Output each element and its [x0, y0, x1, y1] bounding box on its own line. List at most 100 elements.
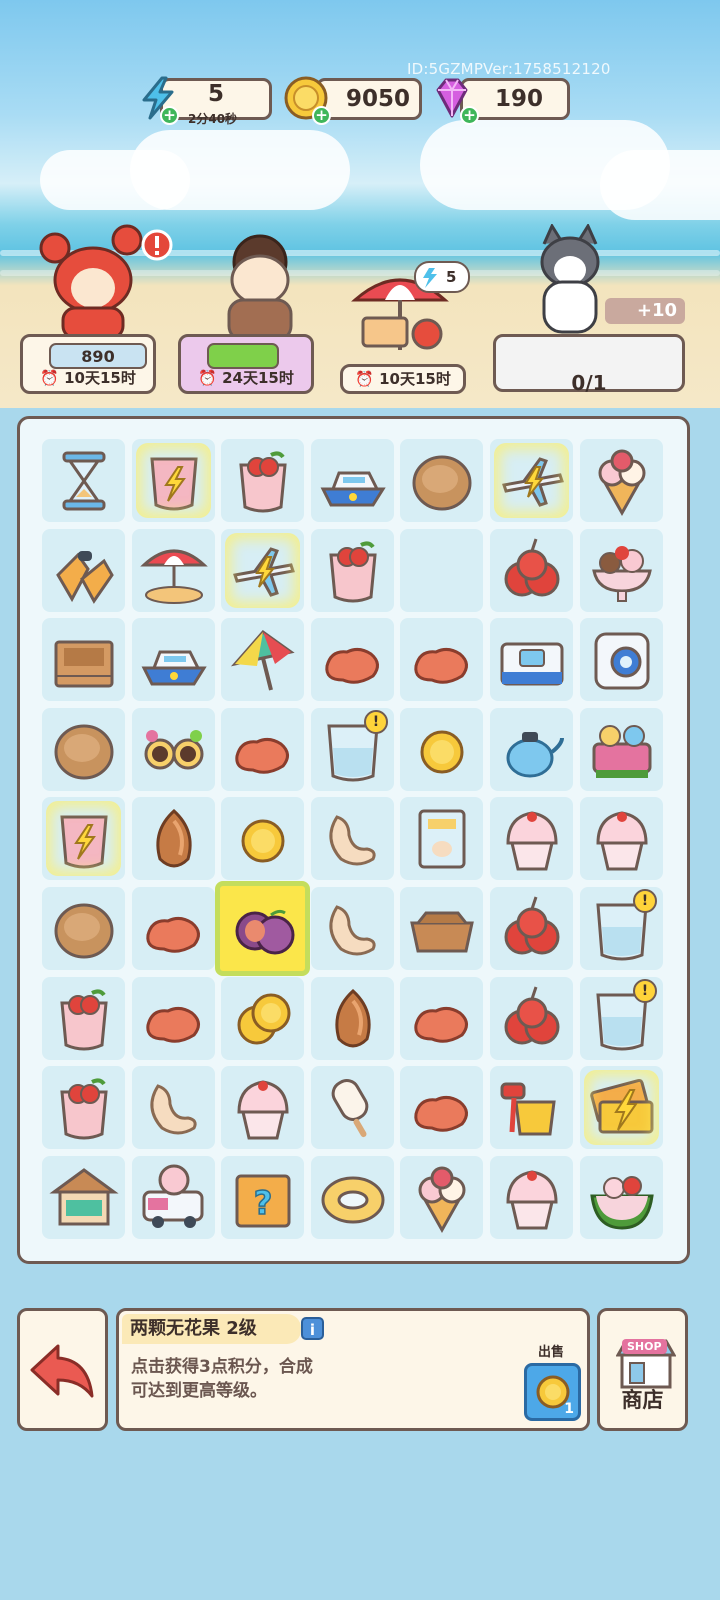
add-gems-button[interactable]: +	[460, 106, 479, 125]
board-cell-water-glass-alert[interactable]: !	[580, 887, 663, 970]
cupcake-icon	[595, 810, 648, 870]
coin-counter[interactable]: 9050	[316, 78, 422, 120]
coconut-icon	[54, 724, 113, 779]
back-button[interactable]	[17, 1308, 108, 1431]
coconut-icon	[412, 455, 471, 510]
board-cell-water-glass-alert[interactable]: !	[580, 977, 663, 1060]
gold-coin-icon	[241, 819, 284, 862]
info-button[interactable]: i	[301, 1317, 324, 1340]
board-cell-fig-selected[interactable]	[215, 881, 310, 976]
alert-badge-icon: !	[633, 979, 657, 1003]
shop-button[interactable]: SHOP 商店	[597, 1308, 688, 1431]
board-cell-fruit-drink[interactable]	[311, 529, 394, 612]
board-cell-umbrella[interactable]	[221, 618, 304, 701]
granny-cat-character[interactable]	[205, 230, 315, 340]
board-cell-cherries[interactable]	[490, 977, 573, 1060]
board-cell-ice-cream-cone[interactable]	[400, 1156, 483, 1239]
board-cell-tickets-lightning[interactable]	[580, 1066, 663, 1149]
order-card-umbrella[interactable]: ⏰ 10天15时	[340, 364, 466, 394]
board-cell-cashew[interactable]	[311, 797, 394, 880]
board-cell-plane-lightning[interactable]	[221, 529, 304, 612]
order-card-crab[interactable]: 890 ⏰ 10天15时	[20, 334, 156, 394]
cashew-icon	[329, 904, 376, 955]
board-cell-gold-coins[interactable]	[221, 977, 304, 1060]
board-cell-fruit-drink[interactable]	[42, 977, 125, 1060]
board-cell-cupcake[interactable]	[580, 797, 663, 880]
board-cell-fruit-drink[interactable]	[221, 439, 304, 522]
board-cell-peanut[interactable]	[400, 977, 483, 1060]
board-cell-peanut[interactable]	[400, 1066, 483, 1149]
board-cell-watermelon-bowl[interactable]	[580, 1156, 663, 1239]
board-cell-peanut[interactable]	[221, 708, 304, 791]
item-title: 两颗无花果 2级	[122, 1314, 301, 1344]
board-cell-swim-ring[interactable]	[311, 1156, 394, 1239]
fruit-drink-icon	[328, 540, 377, 602]
cloud	[40, 150, 190, 210]
board-cell-nut-bag[interactable]	[400, 797, 483, 880]
board-cell-cupcake[interactable]	[221, 1066, 304, 1149]
plane-lightning-icon	[232, 546, 295, 597]
board-cell-popsicle[interactable]	[311, 1066, 394, 1149]
board-cell-sand-bucket[interactable]	[490, 1066, 573, 1149]
order-time-text: 24天15时	[222, 369, 294, 387]
ice-cream-cone-icon	[598, 449, 645, 516]
cooler-box-icon	[500, 642, 563, 685]
board-cell-coconut[interactable]	[400, 439, 483, 522]
board-cell-gold-coin[interactable]	[221, 797, 304, 880]
popsicle-icon	[331, 1078, 368, 1137]
order-card-grey-cat[interactable]: 0/1	[493, 334, 685, 395]
board-cell-mystery-box[interactable]: ?	[221, 1156, 304, 1239]
board-cell-peanut[interactable]	[132, 977, 215, 1060]
add-coins-button[interactable]: +	[312, 106, 331, 125]
peanut-icon	[413, 647, 468, 684]
board-cell-cupcake[interactable]	[490, 1156, 573, 1239]
board-cell-wooden-crate[interactable]	[42, 618, 125, 701]
board-cell-coconut[interactable]	[42, 708, 125, 791]
board-cell-cashew[interactable]	[132, 1066, 215, 1149]
board-cell-wooden-tray[interactable]	[400, 887, 483, 970]
board-cell-cupcake[interactable]	[490, 797, 573, 880]
umbrella-icon	[230, 629, 295, 690]
order-card-granny[interactable]: ⏰ 24天15时	[178, 334, 314, 394]
board-cell-glass-lightning[interactable]	[132, 439, 215, 522]
board-cell-fruit-drink[interactable]	[42, 1066, 125, 1149]
board-cell-yacht[interactable]	[132, 618, 215, 701]
crab-cat-character[interactable]	[35, 220, 155, 340]
grey-cat-character[interactable]	[530, 224, 610, 334]
ice-cream-truck-icon	[142, 1164, 203, 1228]
description-line: 可达到更高等级。	[131, 1381, 267, 1401]
board-cell-flower-sunglasses[interactable]	[132, 708, 215, 791]
board-cell-cherries[interactable]	[490, 529, 573, 612]
board-cell-peanut[interactable]	[400, 618, 483, 701]
nut-bag-icon	[418, 809, 465, 868]
board-cell-flippers[interactable]	[42, 529, 125, 612]
board-cell-glass-lightning[interactable]	[42, 797, 125, 880]
board-cell-gold-coin[interactable]	[400, 708, 483, 791]
board-cell-yacht[interactable]	[311, 439, 394, 522]
board-cell-peanut[interactable]	[311, 618, 394, 701]
board-cell-almond[interactable]	[311, 977, 394, 1060]
sell-button[interactable]: 1	[524, 1363, 581, 1421]
board-cell-plane-lightning[interactable]	[490, 439, 573, 522]
board-cell-cashew[interactable]	[311, 887, 394, 970]
board-cell-coconut[interactable]	[42, 887, 125, 970]
board-cell-cherries[interactable]	[490, 887, 573, 970]
board-cell-almond[interactable]	[132, 797, 215, 880]
add-energy-button[interactable]: +	[160, 106, 179, 125]
alert-badge-icon: !	[364, 710, 388, 734]
board-cell-candy-sign[interactable]	[580, 708, 663, 791]
board-cell-cooler-box[interactable]	[490, 618, 573, 701]
wooden-crate-icon	[54, 640, 113, 687]
board-cell-beach-hut[interactable]	[42, 1156, 125, 1239]
board-cell-ice-cream-cone[interactable]	[580, 439, 663, 522]
board-cell-peanut[interactable]	[132, 887, 215, 970]
board-cell-ice-cream-truck[interactable]	[132, 1156, 215, 1239]
almond-icon	[155, 808, 192, 867]
board-cell-beach-umbrella[interactable]	[132, 529, 215, 612]
board-cell-teapot[interactable]	[490, 708, 573, 791]
empty-cell[interactable]	[400, 529, 483, 612]
board-cell-water-glass-alert[interactable]: !	[311, 708, 394, 791]
board-cell-hourglass[interactable]	[42, 439, 125, 522]
board-cell-instant-camera[interactable]	[580, 618, 663, 701]
board-cell-sundae[interactable]	[580, 529, 663, 612]
